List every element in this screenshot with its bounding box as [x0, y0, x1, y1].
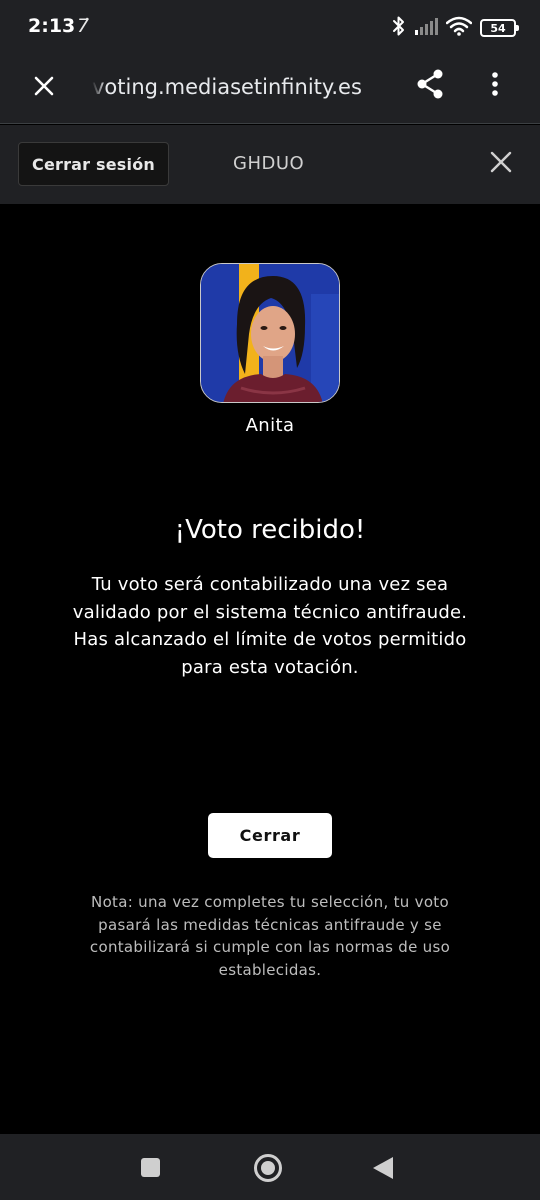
- message-line: validado por el sistema técnico antifrau…: [72, 601, 468, 623]
- battery-icon: 54: [480, 19, 519, 37]
- note-line: pasará las medidas técnicas antifraude y…: [98, 915, 442, 934]
- bluetooth-icon: [392, 15, 406, 41]
- close-tab-button[interactable]: [28, 72, 60, 104]
- logout-button[interactable]: Cerrar sesión: [18, 142, 169, 186]
- home-icon: [261, 1161, 275, 1175]
- more-vert-icon: [491, 71, 499, 101]
- share-button[interactable]: [412, 68, 448, 104]
- note-line: contabilizará si cumple con las normas d…: [89, 938, 451, 956]
- more-options-button[interactable]: [480, 68, 510, 104]
- note-line: establecidas.: [218, 960, 322, 979]
- home-button[interactable]: [254, 1154, 282, 1182]
- contestant-photo: [200, 263, 340, 403]
- message-line: para esta votación.: [181, 656, 359, 678]
- url-fade: [92, 72, 106, 102]
- signal-icon: [414, 16, 438, 40]
- note-line: Nota: una vez completes tu selección, tu…: [91, 893, 449, 911]
- status-icons: 54: [392, 14, 519, 42]
- url-text: voting.mediasetinfinity.es: [92, 75, 362, 99]
- contestant-name: Anita: [245, 415, 295, 436]
- user-code: GHDUO: [233, 153, 305, 174]
- wifi-icon: [445, 16, 473, 40]
- share-icon: [416, 69, 444, 103]
- url-bar[interactable]: voting.mediasetinfinity.es: [92, 72, 392, 102]
- status-time: 2:13: [28, 15, 76, 37]
- message-line: Has alcanzado el límite de votos permiti…: [73, 629, 467, 650]
- recent-apps-button[interactable]: [141, 1158, 160, 1177]
- vote-confirmation-title: ¡Voto recibido!: [174, 515, 366, 545]
- close-icon: [490, 151, 512, 177]
- close-button[interactable]: Cerrar: [208, 813, 332, 858]
- header-close-button[interactable]: [484, 147, 518, 181]
- battery-level: 54: [490, 21, 506, 35]
- status-bar: 2:13 7̇ 54: [0, 0, 540, 56]
- status-notification: 7̇: [77, 15, 90, 37]
- browser-toolbar: voting.mediasetinfinity.es: [0, 56, 540, 124]
- message-line: Tu voto será contabilizado una vez sea: [91, 574, 449, 595]
- system-nav-bar: [0, 1134, 540, 1200]
- antifraud-note: Nota: una vez completes tu selección, tu…: [60, 891, 480, 981]
- vote-confirmation-message: Tu voto será contabilizado una vez sea v…: [50, 571, 490, 681]
- app-header: Cerrar sesión GHDUO: [0, 125, 540, 204]
- back-button[interactable]: [373, 1157, 393, 1179]
- close-icon: [33, 75, 55, 101]
